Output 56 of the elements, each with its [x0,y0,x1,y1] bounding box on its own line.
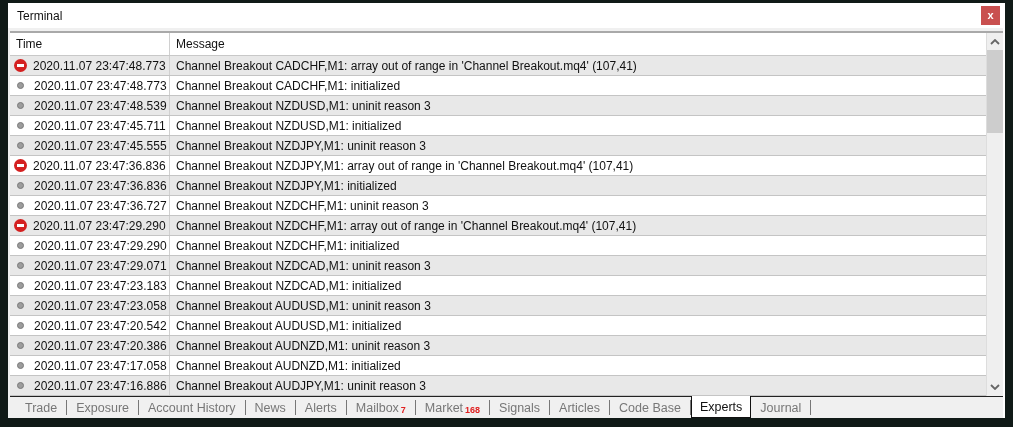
tab[interactable]: Trade [16,400,68,415]
time-cell: 2020.11.07 23:47:36.836 [33,158,166,173]
message-cell: Channel Breakout AUDUSD,M1: initialized [176,318,402,333]
message-cell: Channel Breakout NZDCAD,M1: initialized [176,278,402,293]
message-cell: Channel Breakout AUDNZD,M1: initialized [176,358,401,373]
message-cell: Channel Breakout AUDNZD,M1: uninit reason 3 [176,338,431,353]
time-cell: 2020.11.07 23:47:45.711 [34,118,166,133]
message-cell: Channel Breakout NZDCAD,M1: uninit reason 3 [176,258,431,273]
tab[interactable]: Mailbox 7 [346,400,416,415]
tab[interactable]: Account History [139,400,246,415]
time-cell: 2020.11.07 23:47:20.542 [34,318,167,333]
count-label: 168 [465,405,481,415]
close-button[interactable]: x [981,6,1000,25]
tab[interactable]: Code Base [610,400,691,415]
tab[interactable]: Signals [490,400,551,415]
time-cell: 2020.11.07 23:47:16.886 [34,378,167,393]
tab[interactable]: Articles [550,400,611,415]
message-cell: Channel Breakout NZDUSD,M1: uninit reason 3 [176,98,431,113]
column-header[interactable]: Message [170,33,986,55]
tab[interactable]: Journal [751,400,812,415]
time-cell: 2020.11.07 23:47:29.290 [33,218,166,233]
column-header[interactable]: Time [10,33,170,55]
message-cell: Channel Breakout AUDJPY,M1: uninit reason 3 [176,378,426,393]
scrollbar[interactable] [986,33,1003,396]
message-cell: Channel Breakout NZDJPY,M1: initialized [176,178,397,193]
message-cell: Channel Breakout NZDCHF,M1: initialized [176,238,400,253]
tab[interactable]: Experts [690,396,752,418]
tab[interactable]: Market 168 [415,400,491,415]
scroll-thumb[interactable] [987,50,1003,133]
message-cell: Channel Breakout NZDCHF,M1: array out of range in 'Channel Breakout.mq4' (107,41) [176,218,637,233]
message-cell: Channel Breakout AUDUSD,M1: uninit reason 3 [176,298,431,313]
time-cell: 2020.11.07 23:47:23.058 [34,298,167,313]
message-cell: Channel Breakout CADCHF,M1: initialized [176,78,401,93]
tab[interactable]: Alerts [295,400,347,415]
time-cell: 2020.11.07 23:47:23.183 [34,278,167,293]
message-cell: Channel Breakout NZDUSD,M1: initialized [176,118,402,133]
time-cell: 2020.11.07 23:47:48.773 [33,58,166,73]
time-cell: 2020.11.07 23:47:17.058 [34,358,167,373]
count-label: 7 [400,405,406,415]
time-cell: 2020.11.07 23:47:36.836 [34,178,167,193]
time-cell: 2020.11.07 23:47:48.773 [34,78,167,93]
window-title: Terminal [17,8,63,23]
message-cell: Channel Breakout NZDJPY,M1: array out of range in 'Channel Breakout.mq4' (107,41) [176,158,634,173]
time-cell: 2020.11.07 23:47:45.555 [34,138,167,153]
message-cell: Channel Breakout NZDCHF,M1: uninit reason 3 [176,198,429,213]
time-cell: 2020.11.07 23:47:48.539 [34,98,167,113]
time-cell: 2020.11.07 23:47:36.727 [34,198,167,213]
scroll-down-icon[interactable] [990,384,1000,390]
scroll-up-icon[interactable] [990,39,1000,45]
time-cell: 2020.11.07 23:47:20.386 [34,338,167,353]
message-cell: Channel Breakout CADCHF,M1: array out of range in 'Channel Breakout.mq4' (107,41) [176,58,637,73]
time-cell: 2020.11.07 23:47:29.071 [34,258,167,273]
tab[interactable]: News [245,400,296,415]
time-cell: 2020.11.07 23:47:29.290 [34,238,167,253]
message-cell: Channel Breakout NZDJPY,M1: uninit reason 3 [176,138,426,153]
tab[interactable]: Exposure [67,400,139,415]
